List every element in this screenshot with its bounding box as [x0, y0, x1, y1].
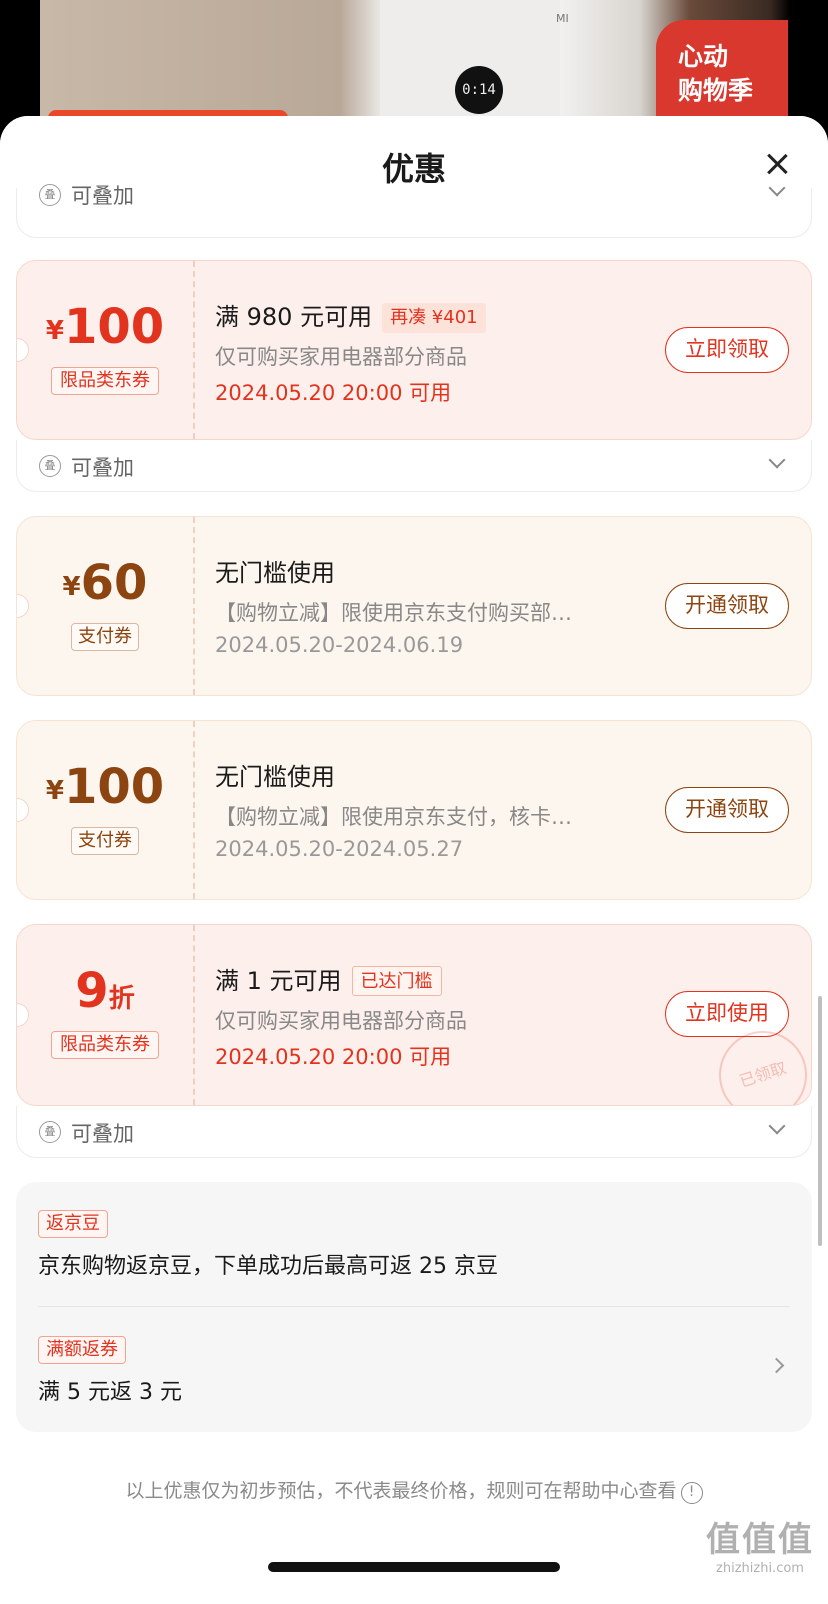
amount-value: 100	[63, 759, 165, 815]
coupon-date: 2024.05.20 20:00 可用	[215, 1045, 452, 1069]
coupon-type-tag: 限品类东券	[51, 367, 159, 395]
coupon-type-tag: 支付券	[71, 827, 139, 855]
coupon-desc: 仅可购买家用电器部分商品	[215, 345, 467, 369]
close-icon[interactable]	[762, 150, 792, 180]
coupon-amount: ¥100	[17, 299, 193, 355]
promo-badge-line2: 购物季	[678, 76, 754, 105]
coupon-type-tag: 支付券	[71, 623, 139, 651]
coupon-card: 9折 限品类东券 满 1 元可用 已达门槛 仅可购买家用电器部分商品 2024.0…	[16, 924, 812, 1106]
stack-icon: 叠	[39, 184, 61, 206]
watermark-logo: 值值值	[706, 1520, 814, 1560]
currency-symbol: ¥	[62, 572, 81, 602]
threshold-met-chip: 已达门槛	[351, 966, 442, 996]
coupon-title: 满 1 元可用 已达门槛	[215, 961, 442, 996]
coupon-card: ¥100 限品类东券 满 980 元可用 再凑 ¥401 仅可购买家用电器部分商品…	[16, 260, 812, 440]
activate-claim-button[interactable]: 开通领取	[665, 583, 789, 629]
footnote: 以上优惠仅为初步预估，不代表最终价格，规则可在帮助中心查看!	[0, 1476, 828, 1504]
discount-value: 9	[75, 963, 109, 1019]
coupon-amount: 9折	[17, 963, 193, 1019]
stack-row[interactable]: 叠 可叠加	[16, 1106, 812, 1158]
stack-row[interactable]: 叠 可叠加	[16, 179, 812, 238]
coupon-type-tag: 限品类东券	[51, 1031, 159, 1059]
coupon-title: 无门槛使用	[215, 763, 335, 791]
chevron-down-icon[interactable]	[768, 451, 786, 469]
coupon-rebate-text[interactable]: 满 5 元返 3 元	[38, 1374, 182, 1406]
footnote-text: 以上优惠仅为初步预估，不代表最终价格，规则可在帮助中心查看	[125, 1480, 677, 1502]
scrollbar[interactable]	[818, 996, 822, 1246]
coupon-card: ¥100 支付券 无门槛使用 【购物立减】限使用京东支付，核卡… 2024.05…	[16, 720, 812, 900]
amount-value: 100	[63, 299, 165, 355]
coupon-rebate-tag: 满额返券	[38, 1336, 126, 1364]
coupon-threshold: 满 1 元可用	[215, 967, 342, 995]
coupon-list[interactable]: 叠 可叠加 ¥100 限品类东券 满 980 元可用 再凑 ¥401 仅可购买家用…	[0, 179, 828, 1604]
stack-label: 可叠加	[71, 1122, 134, 1146]
promo-badge-line1: 心动	[678, 42, 729, 71]
coupon-date: 2024.05.20-2024.05.27	[215, 837, 464, 861]
rebate-section: 返京豆 京东购物返京豆，下单成功后最高可返 25 京豆 满额返券 满 5 元返 …	[16, 1182, 812, 1432]
coupon-divider	[193, 925, 195, 1105]
coupon-title: 满 980 元可用 再凑 ¥401	[215, 297, 486, 333]
coupon-date: 2024.05.20 20:00 可用	[215, 381, 452, 405]
brand-logo: MI	[556, 12, 569, 25]
home-indicator[interactable]	[268, 1562, 560, 1572]
coupon-title: 无门槛使用	[215, 559, 335, 587]
divider	[38, 1306, 790, 1307]
coupon-card: ¥60 支付券 无门槛使用 【购物立减】限使用京东支付购买部… 2024.05.…	[16, 516, 812, 696]
promo-badge: 心动 购物季	[656, 20, 788, 130]
coupon-desc: 【购物立减】限使用京东支付购买部…	[215, 601, 572, 625]
chevron-down-icon[interactable]	[768, 1117, 786, 1135]
stack-icon: 叠	[39, 455, 61, 477]
coupon-amount: ¥60	[17, 555, 193, 611]
coupon-threshold: 满 980 元可用	[215, 303, 373, 331]
bean-rebate-text: 京东购物返京豆，下单成功后最高可返 25 京豆	[38, 1254, 498, 1279]
coupon-sheet: 优惠 叠 可叠加 ¥100 限品类东券 满 980 元可用 再凑 ¥401 仅可购…	[0, 116, 828, 1604]
claim-button[interactable]: 立即领取	[665, 327, 789, 373]
stack-row[interactable]: 叠 可叠加	[16, 440, 812, 492]
gap-chip: 再凑 ¥401	[382, 303, 486, 333]
coupon-amount: ¥100	[17, 759, 193, 815]
stack-label: 可叠加	[71, 456, 134, 480]
watermark-url: zhizhizhi.com	[716, 1561, 804, 1576]
coupon-desc: 仅可购买家用电器部分商品	[215, 1009, 467, 1033]
amount-value: 60	[80, 555, 148, 611]
coupon-divider	[193, 261, 195, 439]
use-now-button[interactable]: 立即使用	[665, 991, 789, 1037]
activate-claim-button[interactable]: 开通领取	[665, 787, 789, 833]
currency-symbol: ¥	[45, 316, 64, 346]
coupon-divider	[193, 517, 195, 695]
stack-label: 可叠加	[71, 184, 134, 208]
coupon-divider	[193, 721, 195, 899]
currency-symbol: ¥	[45, 776, 64, 806]
stack-icon: 叠	[39, 1121, 61, 1143]
info-icon[interactable]: !	[680, 1482, 703, 1504]
watermark: 值值值 zhizhizhi.com	[706, 1512, 814, 1576]
device-screen: 0:14	[455, 66, 503, 114]
discount-unit: 折	[108, 984, 135, 1014]
chevron-right-icon[interactable]	[768, 1357, 785, 1374]
coupon-desc: 【购物立减】限使用京东支付，核卡…	[215, 805, 572, 829]
bean-rebate-tag: 返京豆	[38, 1210, 108, 1238]
coupon-date: 2024.05.20-2024.06.19	[215, 633, 464, 657]
